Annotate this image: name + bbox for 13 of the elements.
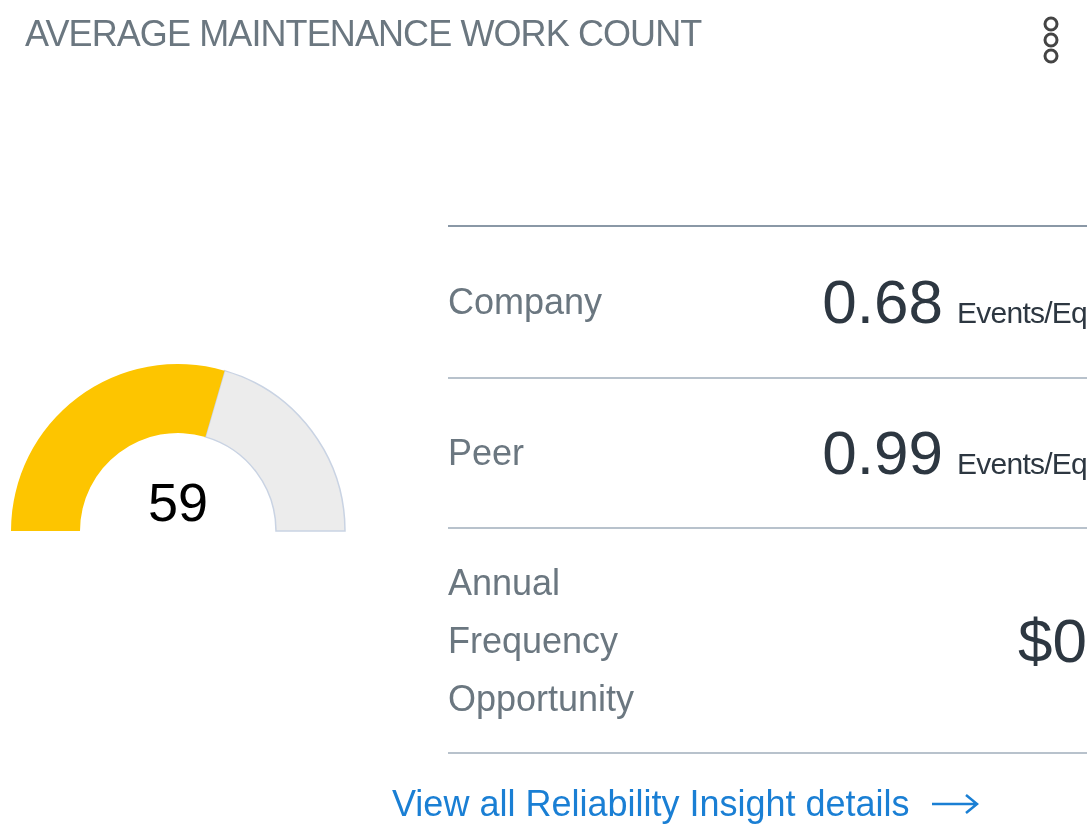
details-link[interactable]: View all Reliability Insight details (392, 782, 1087, 826)
more-options-icon[interactable] (1041, 14, 1061, 66)
metric-value: 0.68 (822, 267, 943, 337)
metric-unit: Events/Eq (957, 295, 1087, 331)
card-title: AVERAGE MAINTENANCE WORK COUNT (25, 12, 702, 56)
metric-value: $0 (1018, 605, 1087, 676)
metric-label: Company (448, 280, 604, 324)
metric-label: Annual Frequency Opportunity (448, 560, 636, 721)
metric-label: Peer (448, 431, 526, 475)
metric-unit: Events/Eq (957, 446, 1087, 482)
arrow-right-icon (929, 792, 980, 816)
gauge-value: 59 (146, 473, 210, 531)
metric-value: 0.99 (822, 418, 943, 488)
